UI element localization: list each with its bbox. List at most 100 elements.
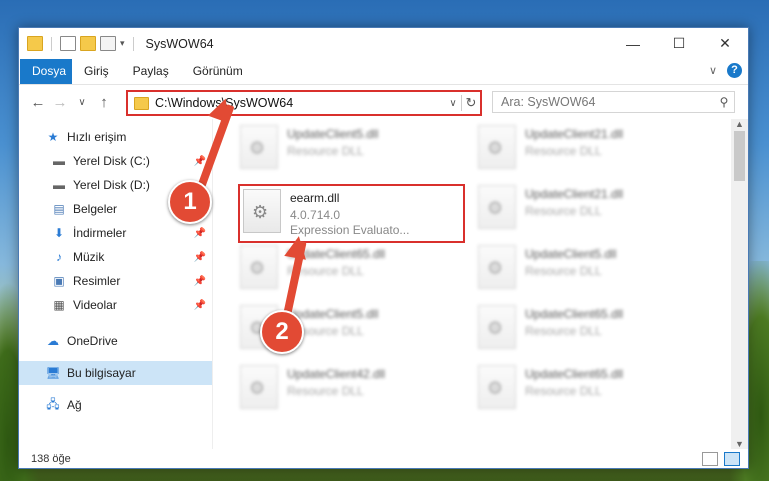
sidebar-item-this-pc[interactable]: 🖥 Bu bilgisayar xyxy=(19,361,212,385)
expand-ribbon-icon[interactable]: ∨ xyxy=(709,64,717,77)
dll-file-icon xyxy=(240,365,278,409)
vertical-scrollbar[interactable]: ▲ ▼ xyxy=(731,119,748,449)
file-tile[interactable]: UpdateClient21.dll Resource DLL xyxy=(478,125,688,173)
sidebar-item-label: OneDrive xyxy=(67,334,118,348)
file-name: UpdateClient21.dll xyxy=(525,187,624,201)
sidebar-item-downloads[interactable]: ⬇ İndirmeler 📌 xyxy=(19,221,212,245)
refresh-icon[interactable]: ↻ xyxy=(461,95,480,111)
address-dropdown-icon[interactable]: ∨ xyxy=(445,98,461,109)
music-icon: ♪ xyxy=(56,250,62,264)
pin-icon[interactable]: 📌 xyxy=(194,300,206,311)
tab-dosya[interactable]: Dosya xyxy=(20,59,72,84)
pin-icon[interactable]: 📌 xyxy=(194,276,206,287)
file-description: Resource DLL xyxy=(525,264,602,278)
explorer-window: ▾ SysWOW64 — ☐ ✕ Dosya Giriş Paylaş Görü… xyxy=(18,27,749,469)
forward-button[interactable]: → xyxy=(49,94,71,111)
file-description: Resource DLL xyxy=(287,384,364,398)
file-tile[interactable]: UpdateClient42.dll Resource DLL xyxy=(240,365,450,413)
minimize-button[interactable]: — xyxy=(610,28,656,59)
file-tile[interactable]: UpdateClient65.dllResource DLL xyxy=(240,245,450,293)
file-tile[interactable]: UpdateClient65.dllResource DLL xyxy=(478,305,688,353)
quick-access-toolbar: ▾ xyxy=(19,36,138,51)
file-name: UpdateClient42.dll xyxy=(287,367,386,381)
sidebar-item-label: Belgeler xyxy=(73,202,118,216)
tab-paylas[interactable]: Paylaş xyxy=(121,59,181,84)
sidebar-item-label: Resimler xyxy=(73,274,121,288)
scroll-up-icon[interactable]: ▲ xyxy=(731,119,748,129)
scroll-thumb[interactable] xyxy=(734,131,745,181)
file-tile-eearm[interactable]: eearm.dll 4.0.714.0 Expression Evaluato.… xyxy=(243,189,453,237)
dll-file-icon xyxy=(243,189,281,233)
item-count: 138 öğe xyxy=(31,452,71,465)
dll-file-icon xyxy=(478,305,516,349)
computer-icon: 🖥 xyxy=(45,366,61,380)
sidebar-item-onedrive[interactable]: ☁ OneDrive xyxy=(19,329,212,353)
customize-toolbar-icon[interactable] xyxy=(100,36,116,51)
sidebar-item-pictures[interactable]: ▣ Resimler 📌 xyxy=(19,269,212,293)
file-name: UpdateClient5.dll xyxy=(287,127,379,141)
file-description: Resource DLL xyxy=(525,324,602,338)
file-tile[interactable]: UpdateClient5.dll Resource DLL xyxy=(240,125,450,173)
file-tile[interactable]: UpdateClient5.dll Resource DLL xyxy=(478,245,688,293)
sidebar-item-network[interactable]: 🖧 Ağ xyxy=(19,393,212,417)
navigation-pane: ★ Hızlı erişim ▬ Yerel Disk (C:) 📌 ▬ Yer… xyxy=(19,119,213,449)
annotation-badge-1: 1 xyxy=(168,180,212,224)
close-button[interactable]: ✕ xyxy=(702,28,748,59)
toolbar-divider xyxy=(132,36,134,51)
dll-file-icon xyxy=(240,245,278,289)
tab-gorunum[interactable]: Görünüm xyxy=(181,59,255,84)
file-name: UpdateClient21.dll xyxy=(525,127,624,141)
chevron-down-icon[interactable]: ▾ xyxy=(120,38,125,49)
dll-file-icon xyxy=(240,125,278,169)
properties-icon[interactable] xyxy=(60,36,76,51)
up-button[interactable]: ↑ xyxy=(93,94,115,111)
search-icon[interactable]: ⚲ xyxy=(714,95,734,109)
file-tile[interactable]: UpdateClient65.dllResource DLL xyxy=(478,365,688,413)
large-icons-view-icon[interactable] xyxy=(724,452,740,466)
file-description: Resource DLL xyxy=(287,264,364,278)
sidebar-item-label: Hızlı erişim xyxy=(67,130,127,144)
sidebar-item-disk-c[interactable]: ▬ Yerel Disk (C:) 📌 xyxy=(19,149,212,173)
sidebar-item-label: İndirmeler xyxy=(73,226,127,240)
pin-icon[interactable]: 📌 xyxy=(194,228,206,239)
file-description: Expression Evaluato... xyxy=(290,223,410,237)
sidebar-item-label: Videolar xyxy=(73,298,117,312)
recent-locations-button[interactable]: ∨ xyxy=(71,97,93,108)
tab-giris[interactable]: Giriş xyxy=(72,59,121,84)
new-folder-icon[interactable] xyxy=(80,36,96,51)
window-controls: — ☐ ✕ xyxy=(610,28,748,59)
details-view-icon[interactable] xyxy=(702,452,718,466)
help-icon[interactable]: ? xyxy=(727,63,742,78)
address-bar[interactable]: C:\Windows\SysWOW64 ∨ ↻ xyxy=(126,90,482,116)
ribbon-tabs: Dosya Giriş Paylaş Görünüm ∨ ? xyxy=(19,59,748,85)
search-input[interactable]: Ara: SysWOW64 ⚲ xyxy=(492,91,735,113)
scroll-down-icon[interactable]: ▼ xyxy=(731,439,748,449)
file-name: UpdateClient65.dll xyxy=(525,367,624,381)
search-placeholder: Ara: SysWOW64 xyxy=(501,95,596,109)
sidebar-item-label: Yerel Disk (C:) xyxy=(73,154,150,168)
window-title: SysWOW64 xyxy=(145,36,214,51)
annotation-badge-2: 2 xyxy=(260,310,304,354)
network-icon: 🖧 xyxy=(46,396,60,411)
maximize-button[interactable]: ☐ xyxy=(656,28,702,59)
address-path[interactable]: C:\Windows\SysWOW64 xyxy=(155,96,445,110)
file-name: eearm.dll xyxy=(290,191,340,205)
navigation-bar: ← → ∨ ↑ C:\Windows\SysWOW64 ∨ ↻ Ara: Sys… xyxy=(19,85,748,119)
file-tile[interactable]: UpdateClient21.dll Resource DLL xyxy=(478,185,688,233)
status-bar: 138 öğe xyxy=(19,449,748,468)
sidebar-item-quick-access[interactable]: ★ Hızlı erişim xyxy=(19,125,212,149)
sidebar-item-music[interactable]: ♪ Müzik 📌 xyxy=(19,245,212,269)
folder-icon xyxy=(27,36,43,51)
sidebar-item-videos[interactable]: ▦ Videolar 📌 xyxy=(19,293,212,317)
download-icon: ⬇ xyxy=(53,226,65,240)
highlighted-file-tile[interactable]: eearm.dll 4.0.714.0 Expression Evaluato.… xyxy=(238,184,465,243)
title-bar: ▾ SysWOW64 — ☐ ✕ xyxy=(19,28,748,59)
cloud-icon: ☁ xyxy=(47,334,59,348)
explorer-body: ★ Hızlı erişim ▬ Yerel Disk (C:) 📌 ▬ Yer… xyxy=(19,119,748,449)
sidebar-item-label: Bu bilgisayar xyxy=(67,366,136,380)
pin-icon[interactable]: 📌 xyxy=(194,252,206,263)
ribbon-right-controls: ∨ ? xyxy=(709,63,742,78)
file-name: UpdateClient5.dll xyxy=(287,307,379,321)
back-button[interactable]: ← xyxy=(27,94,49,111)
